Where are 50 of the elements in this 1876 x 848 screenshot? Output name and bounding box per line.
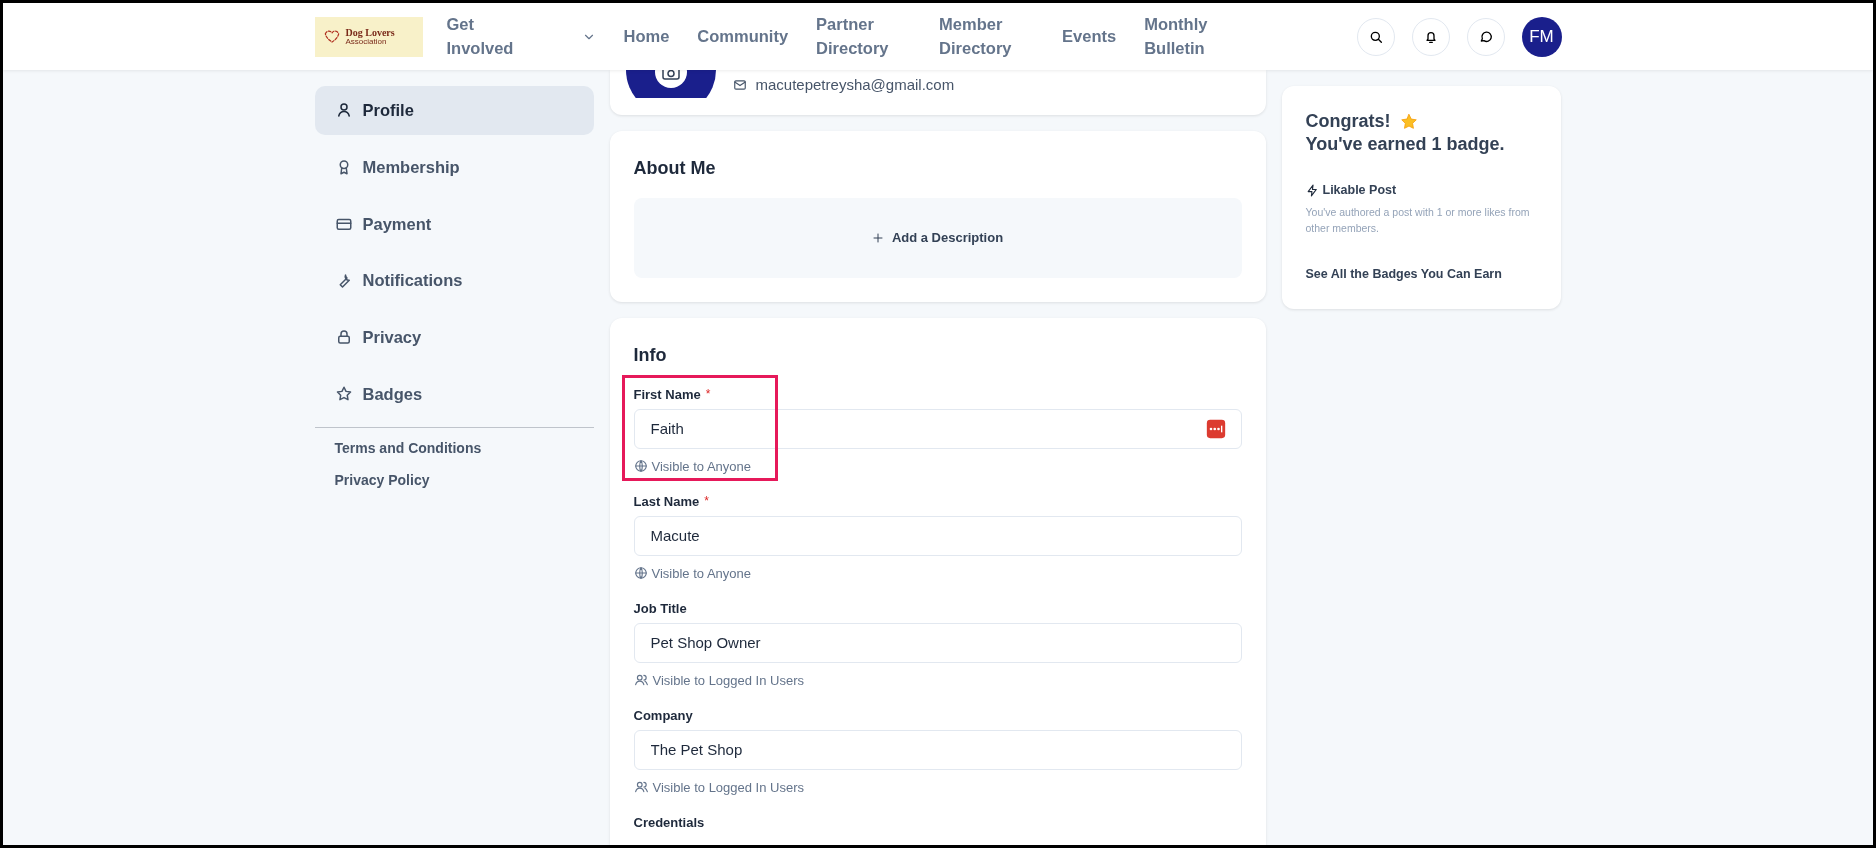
nav-link[interactable]: Partner Directory	[816, 13, 912, 60]
badge-count-text: You've earned 1 badge.	[1305, 133, 1506, 157]
sidebar-item[interactable]: Badges	[314, 369, 594, 419]
lightning-icon	[1305, 183, 1319, 197]
see-badges-link[interactable]: See All the Badges You Can Earn	[1305, 267, 1502, 282]
field-label: Last Name	[633, 493, 700, 511]
section-title: Info	[633, 344, 668, 367]
email-text: macutepetreysha@gmail.com	[755, 75, 955, 95]
nav-link[interactable]: Member Directory	[939, 13, 1035, 60]
section-title: About Me	[633, 157, 717, 180]
footer-link[interactable]: Privacy Policy	[314, 469, 450, 491]
sidebar-item[interactable]: Notifications	[314, 256, 594, 305]
logo-subtitle: Association	[345, 37, 388, 46]
nav-link[interactable]: Events	[1062, 24, 1117, 49]
sparkle-star-icon	[1398, 111, 1419, 132]
nav-link[interactable]: Community	[697, 24, 789, 49]
required-asterisk: *	[705, 386, 711, 403]
field-label: First Name	[633, 386, 701, 404]
field-label: Company	[633, 707, 693, 725]
visibility-text: Visible to Logged In Users	[652, 778, 805, 797]
nav-link[interactable]: Home	[623, 24, 670, 49]
user-avatar[interactable]: FM	[1521, 16, 1562, 57]
sidebar-item[interactable]: Privacy	[314, 313, 594, 362]
nav-link[interactable]: Get Involved	[446, 13, 542, 60]
text-field[interactable]: Faith	[633, 408, 1242, 449]
messages-button[interactable]	[1466, 17, 1505, 56]
sidebar-item[interactable]: Membership	[314, 142, 594, 192]
visibility-text: Visible to Logged In Users	[652, 671, 805, 690]
visibility-text: Visible to Anyone	[651, 457, 751, 476]
nav-link[interactable]: Monthly Bulletin	[1144, 13, 1240, 60]
add-description-button[interactable]: Add a Description	[633, 198, 1242, 278]
envelope-icon	[731, 78, 748, 93]
visibility-text: Visible to Anyone	[651, 564, 751, 583]
congrats-title: Congrats!	[1305, 110, 1391, 133]
logo-title: Dog Lovers	[345, 27, 395, 38]
footer-link[interactable]: Terms and Conditions	[314, 437, 502, 459]
text-field[interactable]: The Pet Shop	[633, 729, 1242, 770]
badge-description: You've authored a post with 1 or more likes from other members.	[1305, 204, 1531, 237]
badge-name: Likable Post	[1322, 181, 1397, 199]
field-label: Credentials	[633, 814, 705, 832]
search-button[interactable]	[1356, 17, 1395, 56]
notifications-button[interactable]	[1411, 17, 1450, 56]
sidebar-item[interactable]: Profile	[314, 86, 594, 135]
required-asterisk: *	[704, 493, 709, 510]
logo[interactable]: Dog Lovers Association	[314, 16, 423, 57]
plus-icon	[871, 232, 884, 244]
text-field[interactable]: Pet Shop Owner	[633, 622, 1242, 663]
text-field[interactable]: Macute	[633, 515, 1242, 556]
field-label: Job Title	[633, 600, 687, 618]
sidebar-item[interactable]: Payment	[314, 199, 594, 249]
